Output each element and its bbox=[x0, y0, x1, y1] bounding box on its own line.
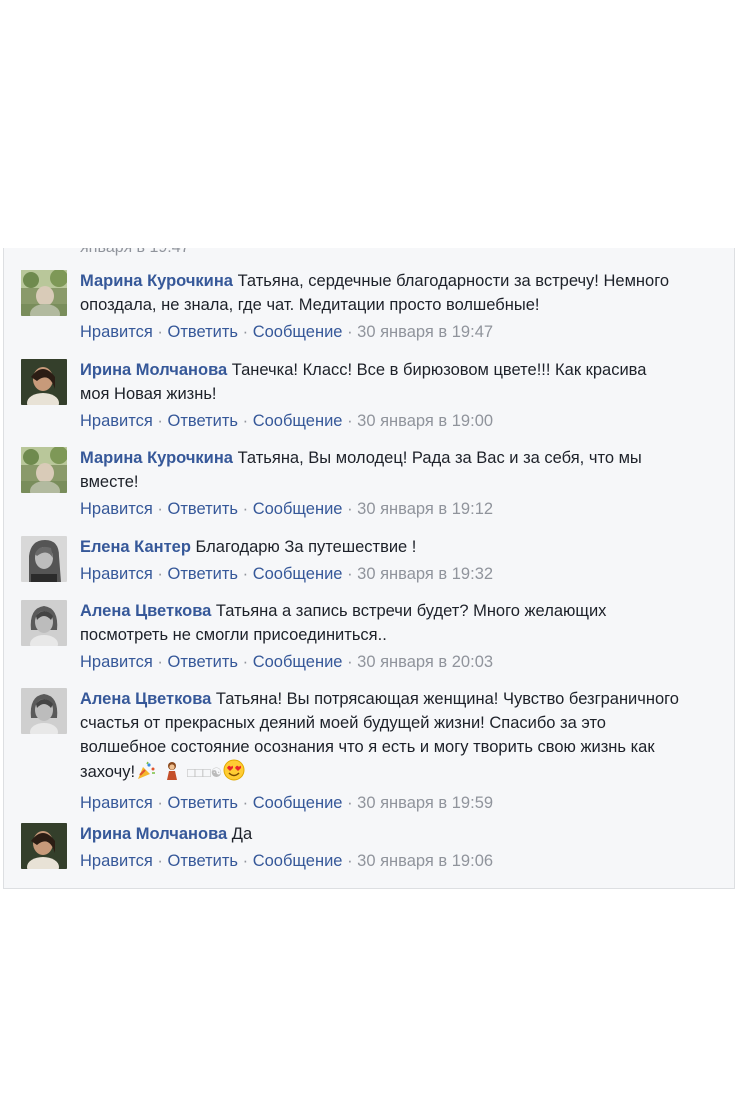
party-popper-icon bbox=[136, 761, 156, 788]
message-link[interactable]: Сообщение bbox=[253, 323, 343, 341]
reply-link[interactable]: Ответить bbox=[167, 794, 238, 812]
avatar[interactable] bbox=[21, 688, 67, 734]
comment-actions: Нравится · Ответить · Сообщение · 30 янв… bbox=[80, 565, 494, 583]
comment-actions: Нравится · Ответить · Сообщение · 30 янв… bbox=[80, 500, 494, 518]
comment-timestamp[interactable]: 30 января в 19:47 bbox=[357, 323, 493, 341]
comment-text: Да bbox=[231, 825, 253, 843]
comment-actions: Нравится · Ответить · Сообщение · 30 янв… bbox=[80, 412, 494, 430]
reply-link[interactable]: Ответить bbox=[167, 323, 238, 341]
avatar[interactable] bbox=[21, 823, 67, 869]
heart-eyes-face-icon bbox=[223, 759, 245, 788]
comment-text: Благодарю За путешествие ! bbox=[195, 538, 417, 556]
message-link[interactable]: Сообщение bbox=[253, 565, 343, 583]
comments-panel: января в 19:47 Марина Курочкина Татьяна,… bbox=[3, 248, 735, 889]
dancer-icon bbox=[162, 761, 182, 788]
like-link[interactable]: Нравится bbox=[80, 323, 153, 341]
reply-link[interactable]: Ответить bbox=[167, 653, 238, 671]
comment-actions: Нравится · Ответить · Сообщение · 30 янв… bbox=[80, 653, 494, 671]
comment-actions: Нравится · Ответить · Сообщение · 30 янв… bbox=[80, 323, 494, 341]
like-link[interactable]: Нравится bbox=[80, 565, 153, 583]
reply-link[interactable]: Ответить bbox=[167, 412, 238, 430]
avatar[interactable] bbox=[21, 536, 67, 582]
reply-link[interactable]: Ответить bbox=[167, 852, 238, 870]
message-link[interactable]: Сообщение bbox=[253, 794, 343, 812]
like-link[interactable]: Нравится bbox=[80, 852, 153, 870]
comment-actions: Нравится · Ответить · Сообщение · 30 янв… bbox=[80, 794, 494, 812]
comment-timestamp[interactable]: 30 января в 19:59 bbox=[357, 794, 493, 812]
previous-comment-timestamp: января в 19:47 bbox=[80, 248, 190, 257]
comment-author[interactable]: Алена Цветкова bbox=[80, 602, 211, 620]
reply-link[interactable]: Ответить bbox=[167, 565, 238, 583]
like-link[interactable]: Нравится bbox=[80, 653, 153, 671]
comment-timestamp[interactable]: 30 января в 19:12 bbox=[357, 500, 493, 518]
comment-author[interactable]: Ирина Молчанова bbox=[80, 361, 227, 379]
message-link[interactable]: Сообщение bbox=[253, 412, 343, 430]
avatar[interactable] bbox=[21, 447, 67, 493]
comment-author[interactable]: Марина Курочкина bbox=[80, 272, 233, 290]
message-link[interactable]: Сообщение bbox=[253, 852, 343, 870]
comment-author[interactable]: Алена Цветкова bbox=[80, 690, 211, 708]
comment-timestamp[interactable]: 30 января в 20:03 bbox=[357, 653, 493, 671]
like-link[interactable]: Нравится bbox=[80, 794, 153, 812]
emoji-tail: □□□☯ bbox=[187, 765, 223, 780]
message-link[interactable]: Сообщение bbox=[253, 653, 343, 671]
like-link[interactable]: Нравится bbox=[80, 500, 153, 518]
comment-timestamp[interactable]: 30 января в 19:00 bbox=[357, 412, 493, 430]
comment-timestamp[interactable]: 30 января в 19:32 bbox=[357, 565, 493, 583]
message-link[interactable]: Сообщение bbox=[253, 500, 343, 518]
comment-author[interactable]: Елена Кантер bbox=[80, 538, 191, 556]
like-link[interactable]: Нравится bbox=[80, 412, 153, 430]
avatar[interactable] bbox=[21, 270, 67, 316]
reply-link[interactable]: Ответить bbox=[167, 500, 238, 518]
avatar[interactable] bbox=[21, 359, 67, 405]
comment-author[interactable]: Ирина Молчанова bbox=[80, 825, 227, 843]
comment-actions: Нравится · Ответить · Сообщение · 30 янв… bbox=[80, 852, 494, 870]
avatar[interactable] bbox=[21, 600, 67, 646]
comment-timestamp[interactable]: 30 января в 19:06 bbox=[357, 852, 493, 870]
comment-author[interactable]: Марина Курочкина bbox=[80, 449, 233, 467]
